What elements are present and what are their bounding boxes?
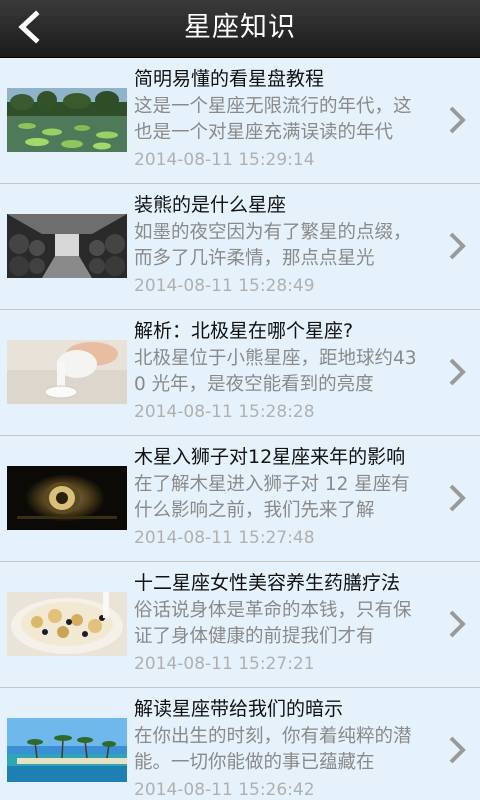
item-title: 解析：北极星在哪个星座? (134, 320, 354, 342)
item-title: 木星入狮子对12星座来年的影响 (134, 446, 406, 468)
chevron-right-icon (449, 610, 466, 638)
chevron-right-icon (449, 484, 466, 512)
list-item[interactable]: 十二星座女性美容养生药膳疗法 俗话说身体是革命的本钱，只有保证了身体健康的前提我… (0, 562, 480, 688)
item-timestamp: 2014-08-11 15:27:48 (134, 528, 315, 548)
list-item[interactable]: 解读星座带给我们的暗示 在你出生的时刻，你有着纯粹的潜能。一切你能做的事已蕴藏在… (0, 688, 480, 800)
page-title: 星座知识 (184, 12, 296, 43)
item-timestamp: 2014-08-11 15:28:49 (134, 276, 315, 296)
wine-cellar-image (7, 214, 127, 278)
chevron-right-icon (449, 106, 466, 134)
item-timestamp: 2014-08-11 15:27:21 (134, 654, 315, 674)
item-summary: 北极星位于小熊星座，距地球约430 光年，是夜空能看到的亮度 (134, 348, 417, 395)
chevron-right-icon (449, 736, 466, 764)
glowing-object-image (7, 466, 127, 530)
list-item[interactable]: 简明易懂的看星盘教程 这是一个星座无限流行的年代，这也是一个对星座充满误读的年代… (0, 58, 480, 184)
item-title: 简明易懂的看星盘教程 (134, 68, 325, 90)
item-title: 装熊的是什么星座 (134, 194, 287, 216)
pouring-milk-image (7, 340, 127, 404)
lotus-pond-image (7, 88, 127, 152)
top-bar: 星座知识 (0, 0, 480, 58)
article-list: 简明易懂的看星盘教程 这是一个星座无限流行的年代，这也是一个对星座充满误读的年代… (0, 58, 480, 800)
chevron-right-icon (449, 358, 466, 386)
chevron-right-icon (449, 232, 466, 260)
list-item[interactable]: 解析：北极星在哪个星座? 北极星位于小熊星座，距地球约430 光年，是夜空能看到… (0, 310, 480, 436)
item-summary: 如墨的夜空因为有了繁星的点缀，而多了几许柔情，那点点星光 (134, 222, 412, 269)
item-summary: 俗话说身体是革命的本钱，只有保证了身体健康的前提我们才有 (134, 600, 412, 647)
item-title: 解读星座带给我们的暗示 (134, 698, 344, 720)
item-timestamp: 2014-08-11 15:29:14 (134, 150, 315, 170)
list-item[interactable]: 装熊的是什么星座 如墨的夜空因为有了繁星的点缀，而多了几许柔情，那点点星光 20… (0, 184, 480, 310)
item-timestamp: 2014-08-11 15:28:28 (134, 402, 315, 422)
item-timestamp: 2014-08-11 15:26:42 (134, 780, 315, 800)
item-summary: 在了解木星进入狮子对 12 星座有什么影响之前，我们先来了解 (134, 474, 410, 521)
item-summary: 这是一个星座无限流行的年代，这也是一个对星座充满误读的年代 (134, 96, 412, 143)
tropical-beach-image (7, 718, 127, 782)
cereal-bowl-image (7, 592, 127, 656)
list-item[interactable]: 木星入狮子对12星座来年的影响 在了解木星进入狮子对 12 星座有什么影响之前，… (0, 436, 480, 562)
item-summary: 在你出生的时刻，你有着纯粹的潜能。一切你能做的事已蕴藏在 (134, 726, 412, 773)
item-title: 十二星座女性美容养生药膳疗法 (134, 572, 401, 594)
